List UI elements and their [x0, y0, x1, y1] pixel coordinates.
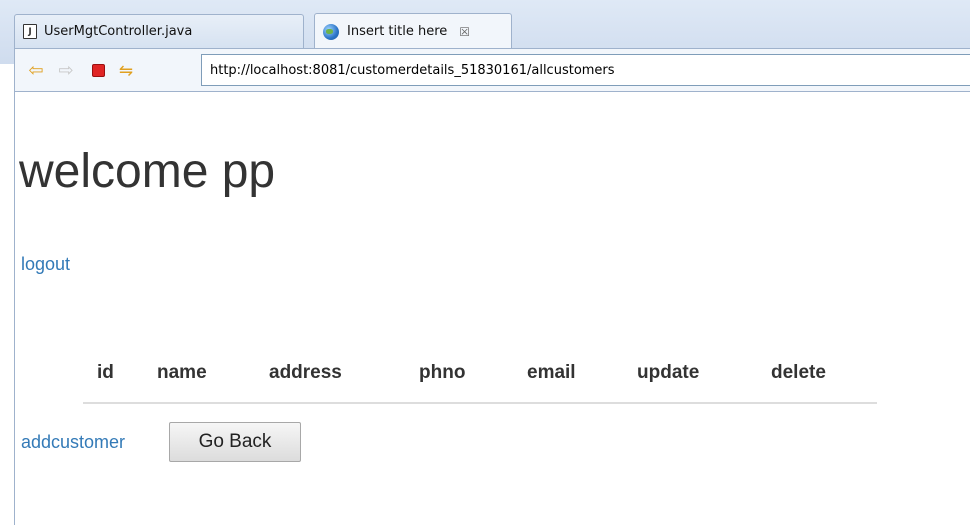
column-header-email: email	[527, 362, 576, 383]
column-header-delete: delete	[771, 362, 826, 383]
browser-toolbar: ⇦ ⇨ ⇋ http://localhost:8081/customerdeta…	[14, 48, 970, 92]
column-header-update: update	[637, 362, 700, 383]
logout-link[interactable]: logout	[21, 254, 70, 275]
tab-usermgtcontroller[interactable]: J UserMgtController.java	[14, 14, 304, 48]
java-file-icon: J	[23, 24, 37, 39]
column-header-phno: phno	[419, 362, 466, 383]
go-back-button[interactable]: Go Back	[169, 422, 301, 462]
back-arrow-icon[interactable]: ⇦	[25, 59, 47, 81]
addcustomer-link[interactable]: addcustomer	[21, 432, 125, 453]
tab-insert-title-here[interactable]: Insert title here ☒	[314, 13, 512, 49]
refresh-icon[interactable]: ⇋	[115, 59, 137, 81]
close-tab-icon[interactable]: ☒	[459, 25, 470, 39]
column-header-id: id	[97, 362, 114, 383]
column-header-name: name	[157, 362, 207, 383]
address-bar[interactable]: http://localhost:8081/customerdetails_51…	[201, 54, 970, 86]
tab-label: Insert title here	[347, 24, 448, 39]
forward-arrow-icon[interactable]: ⇨	[55, 59, 77, 81]
tab-label: UserMgtController.java	[44, 24, 193, 39]
page-title: welcome pp	[19, 145, 276, 198]
customer-table-header: id name address phno email update delete	[83, 346, 877, 404]
globe-icon	[323, 23, 339, 40]
page-content: welcome pp logout id name address phno e…	[14, 92, 970, 525]
column-header-address: address	[269, 362, 342, 383]
stop-icon[interactable]	[87, 59, 109, 81]
